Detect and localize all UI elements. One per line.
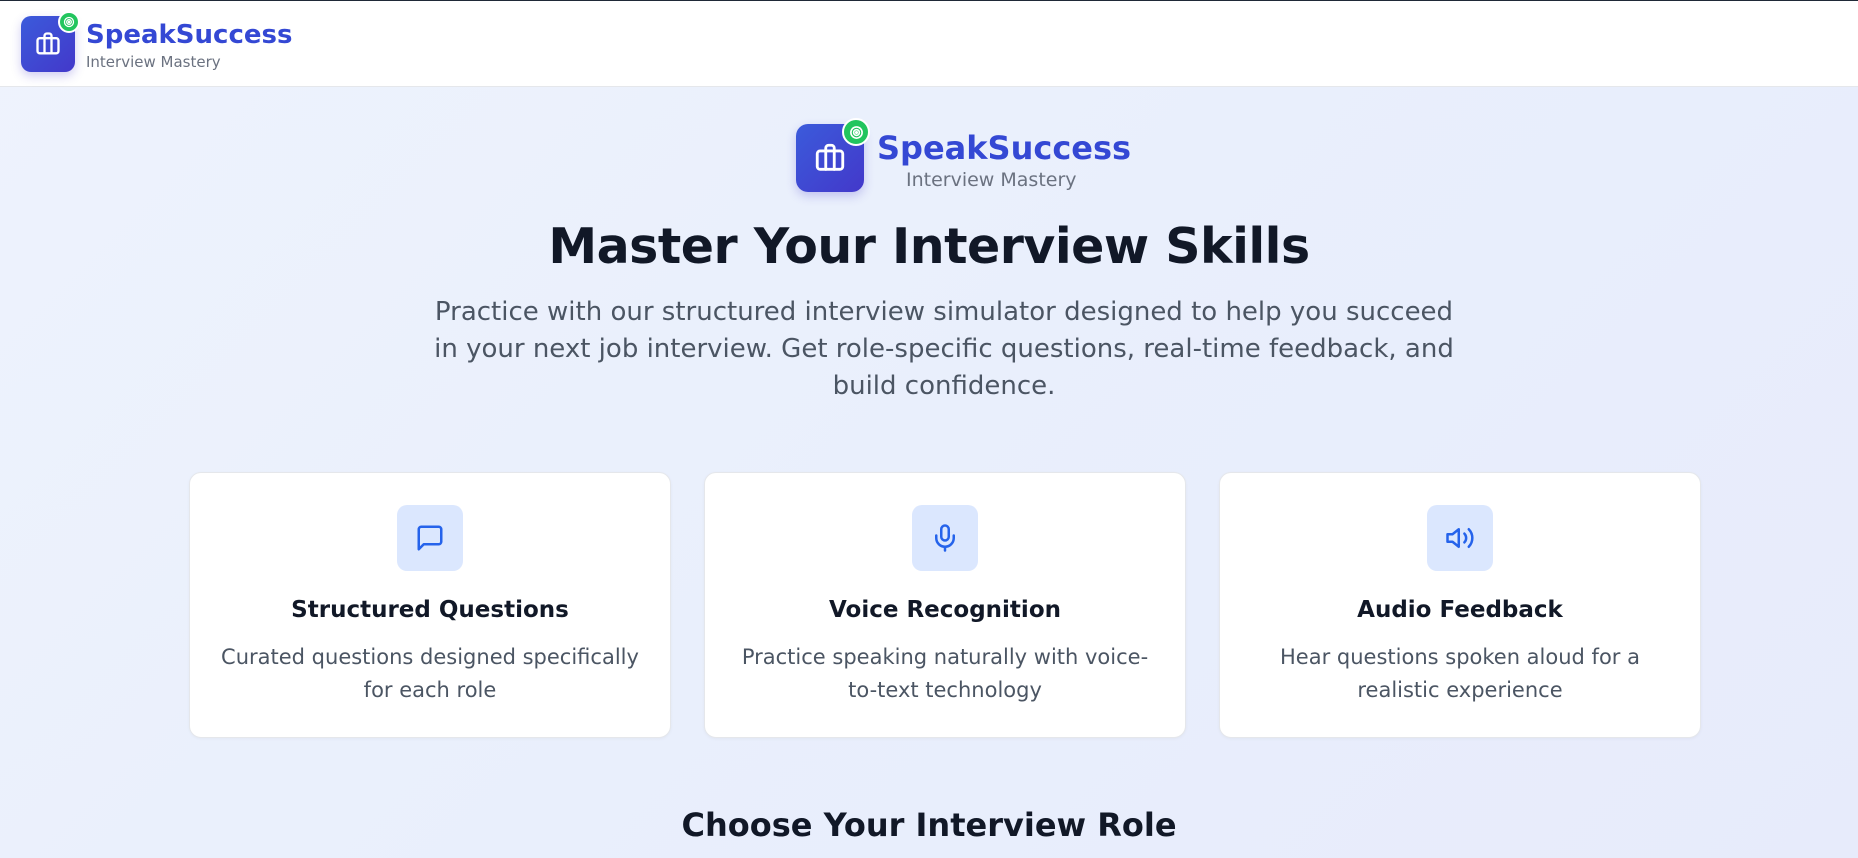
header-logo[interactable] [21,11,80,72]
feature-card-audio-feedback: Audio Feedback Hear questions spoken alo… [1219,472,1701,738]
hero-brand-tagline: Interview Mastery [906,169,1077,191]
feature-icon-container [912,505,978,571]
header-brand-tagline: Interview Mastery [86,53,221,71]
feature-icon-container [1427,505,1493,571]
roles-section-title: Choose Your Interview Role [681,806,1177,844]
header-brand-name[interactable]: SpeakSuccess [86,20,292,50]
feature-card-structured-questions: Structured Questions Curated questions d… [189,472,671,738]
briefcase-icon [36,32,60,55]
feature-card-voice-recognition: Voice Recognition Practice speaking natu… [704,472,1186,738]
feature-title: Voice Recognition [829,597,1061,623]
feature-description: Hear questions spoken aloud for a realis… [1280,645,1640,702]
microphone-icon [935,524,955,552]
top-nav-bar: SpeakSuccess Interview Mastery [0,0,1858,87]
speaker-icon [1446,528,1474,548]
feature-description: Curated questions designed specifically … [221,645,639,702]
target-icon [842,118,870,146]
target-icon [58,11,80,33]
page-title: Master Your Interview Skills [548,218,1310,275]
feature-icon-container [397,505,463,571]
hero-description: Practice with our structured interview s… [434,297,1454,401]
hero-brand-name: SpeakSuccess [877,129,1132,167]
briefcase-icon [815,143,845,171]
feature-description: Practice speaking naturally with voice-t… [741,645,1149,702]
feature-title: Structured Questions [291,597,569,623]
message-square-icon [417,525,443,551]
hero-logo [796,118,870,192]
feature-title: Audio Feedback [1357,597,1563,623]
